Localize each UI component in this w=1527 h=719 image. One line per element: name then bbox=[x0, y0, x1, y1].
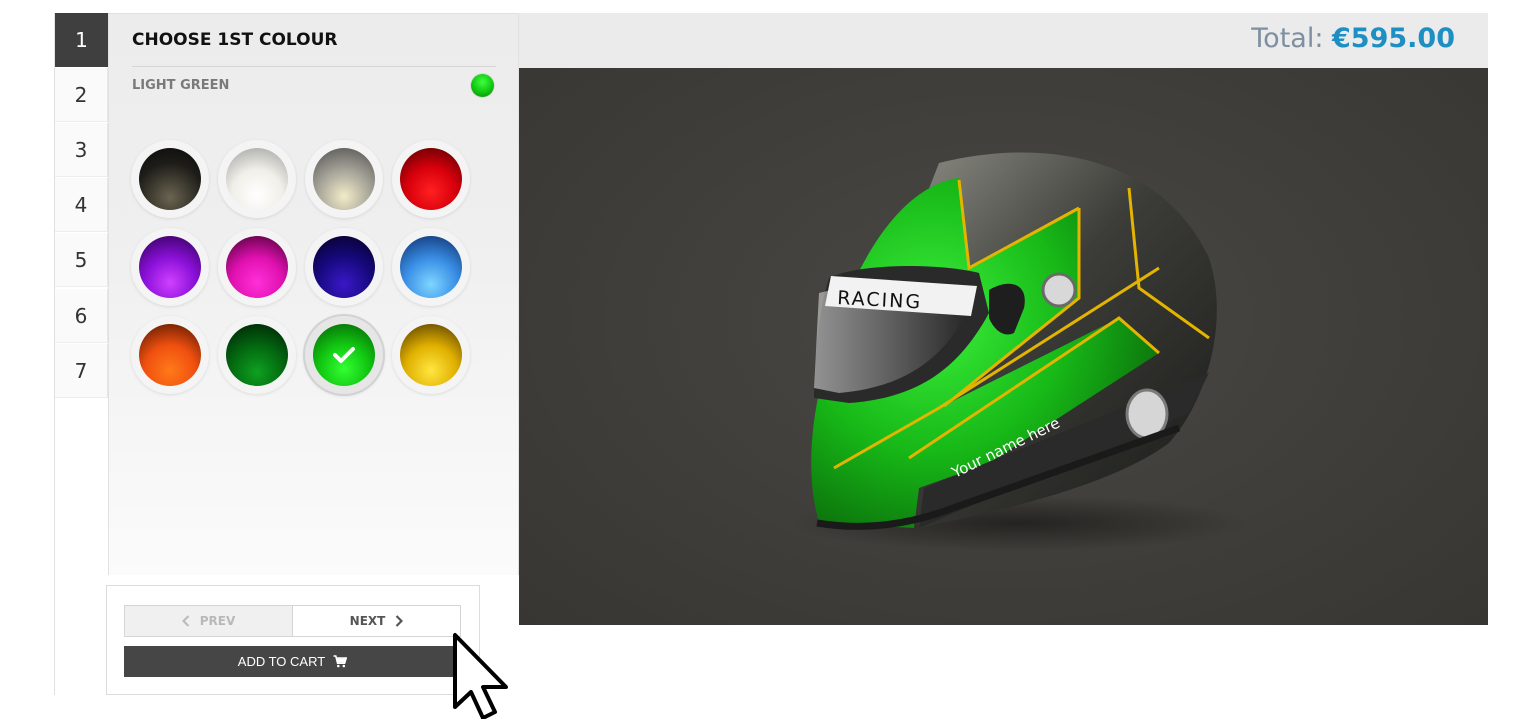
total-label: Total: bbox=[1251, 23, 1324, 54]
swatch-black[interactable] bbox=[131, 140, 209, 218]
swatch-purple[interactable] bbox=[131, 228, 209, 306]
swatch-purple-chip bbox=[139, 236, 201, 298]
visor-pivot bbox=[1041, 272, 1077, 308]
next-button-label: NEXT bbox=[349, 614, 386, 628]
swatch-white-chip bbox=[226, 148, 288, 210]
step-navigation: 1 2 3 4 5 6 7 bbox=[54, 13, 120, 695]
step-7-tab[interactable]: 7 bbox=[55, 344, 108, 398]
prev-button-label: PREV bbox=[199, 614, 236, 628]
step-4-tab[interactable]: 4 bbox=[55, 178, 108, 232]
swatch-dark-blue-chip bbox=[313, 236, 375, 298]
swatch-black-chip bbox=[139, 148, 201, 210]
cart-icon bbox=[333, 655, 348, 668]
configurator-page: 1 2 3 4 5 6 7 CHOOSE 1ST COLOUR LIGHT GR… bbox=[0, 0, 1527, 719]
summary-bar: Total: €595.00 bbox=[519, 13, 1488, 68]
swatch-silver[interactable] bbox=[305, 140, 383, 218]
helmet-image: RACING Your name here bbox=[789, 152, 1249, 551]
prev-button[interactable]: PREV bbox=[124, 605, 293, 637]
swatch-light-green[interactable] bbox=[305, 316, 383, 394]
swatch-red[interactable] bbox=[392, 140, 470, 218]
chevron-right-icon bbox=[396, 615, 404, 627]
swatch-pink-chip bbox=[226, 236, 288, 298]
step-1-tab[interactable]: 1 bbox=[55, 13, 120, 67]
add-to-cart-label: ADD TO CART bbox=[237, 654, 326, 669]
swatch-dark-blue[interactable] bbox=[305, 228, 383, 306]
total-price: Total: €595.00 bbox=[1251, 23, 1455, 54]
swatch-orange[interactable] bbox=[131, 316, 209, 394]
swatch-orange-chip bbox=[139, 324, 201, 386]
check-icon bbox=[313, 324, 375, 386]
total-value: €595.00 bbox=[1332, 23, 1455, 54]
swatch-yellow-chip bbox=[400, 324, 462, 386]
step-6-tab[interactable]: 6 bbox=[55, 289, 108, 343]
step-2-tab[interactable]: 2 bbox=[55, 68, 108, 122]
swatch-red-chip bbox=[400, 148, 462, 210]
swatch-light-blue-chip bbox=[400, 236, 462, 298]
swatch-dark-green-chip bbox=[226, 324, 288, 386]
next-button[interactable]: NEXT bbox=[292, 605, 461, 637]
swatch-pink[interactable] bbox=[218, 228, 296, 306]
step-3-tab[interactable]: 3 bbox=[55, 123, 108, 177]
selected-colour-name: LIGHT GREEN bbox=[132, 78, 230, 93]
step-5-tab[interactable]: 5 bbox=[55, 233, 108, 287]
add-to-cart-button[interactable]: ADD TO CART bbox=[124, 646, 461, 677]
swatch-light-blue[interactable] bbox=[392, 228, 470, 306]
mouse-pointer-icon bbox=[453, 633, 508, 719]
step-controls: PREV NEXT ADD TO CART bbox=[106, 585, 480, 695]
colour-options-panel: CHOOSE 1ST COLOUR LIGHT GREEN bbox=[108, 13, 519, 575]
chevron-left-icon bbox=[181, 615, 190, 627]
panel-divider bbox=[132, 66, 496, 67]
selected-colour-indicator bbox=[471, 74, 494, 97]
swatch-yellow[interactable] bbox=[392, 316, 470, 394]
swatch-dark-green[interactable] bbox=[218, 316, 296, 394]
visor-racing-text: RACING bbox=[837, 287, 923, 313]
swatch-silver-chip bbox=[313, 148, 375, 210]
swatch-white[interactable] bbox=[218, 140, 296, 218]
helmet-preview: RACING Your name here bbox=[519, 68, 1488, 625]
panel-title: CHOOSE 1ST COLOUR bbox=[132, 30, 338, 50]
